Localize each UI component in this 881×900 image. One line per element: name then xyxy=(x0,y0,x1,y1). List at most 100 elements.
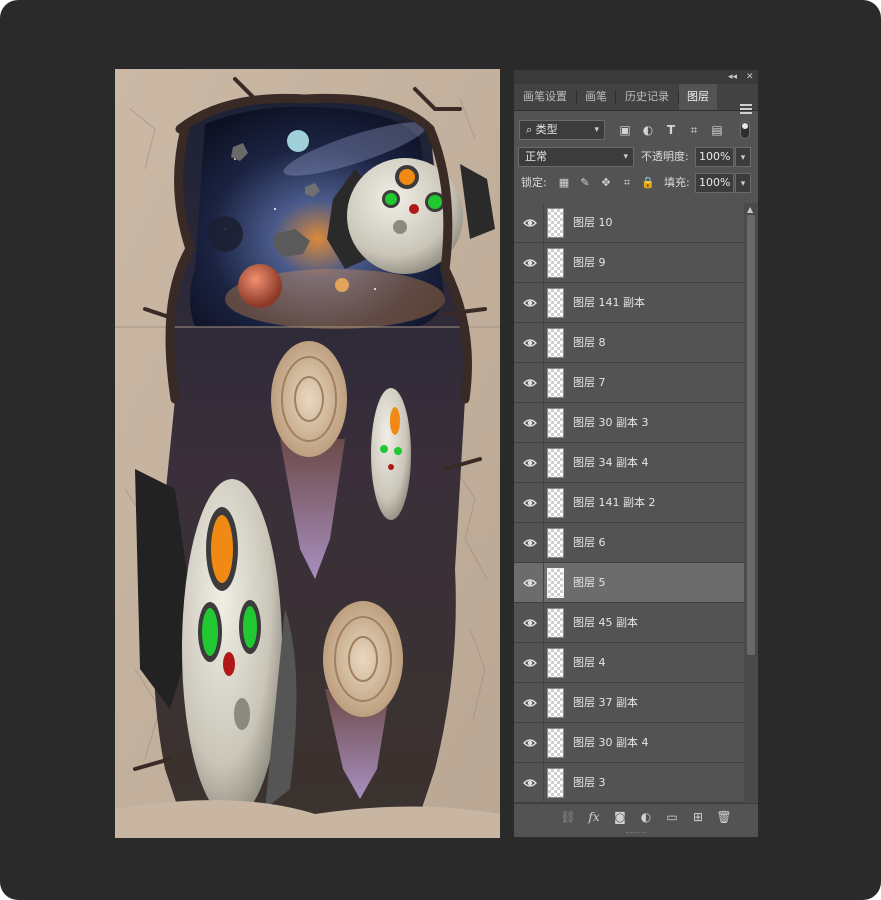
layer-thumbnail[interactable] xyxy=(547,688,564,718)
eye-visibility-icon[interactable] xyxy=(523,296,537,310)
row-divider xyxy=(543,723,544,763)
delete-icon[interactable]: 🗑 xyxy=(716,809,732,825)
adjustment-filter-icon[interactable]: ◐ xyxy=(640,120,656,140)
eye-visibility-icon[interactable] xyxy=(523,496,537,510)
lock-transparent-pixels-icon[interactable]: ▦ xyxy=(557,173,571,193)
layer-name[interactable]: 图层 10 xyxy=(573,203,613,243)
eye-visibility-icon[interactable] xyxy=(523,416,537,430)
row-divider xyxy=(543,563,544,603)
layer-row[interactable]: 图层 10 xyxy=(514,203,744,243)
eye-visibility-icon[interactable] xyxy=(523,616,537,630)
layer-thumbnail[interactable] xyxy=(547,288,564,318)
layer-thumbnail[interactable] xyxy=(547,408,564,438)
type-filter-icon[interactable]: T xyxy=(663,120,679,140)
fill-input[interactable]: 100% xyxy=(695,173,734,193)
blend-row: 正常 ▾ 不透明度: 100% ▾ xyxy=(514,147,758,167)
close-icon[interactable]: ✕ xyxy=(746,71,754,83)
layer-name[interactable]: 图层 34 副本 4 xyxy=(573,443,649,483)
filter-toggle[interactable] xyxy=(740,121,750,139)
scrollbar-thumb[interactable] xyxy=(747,215,755,655)
tab-layers[interactable]: 图层 xyxy=(679,84,717,110)
eye-visibility-icon[interactable] xyxy=(523,456,537,470)
scroll-up-icon[interactable]: ▲ xyxy=(747,205,753,214)
layer-name[interactable]: 图层 7 xyxy=(573,363,606,403)
eye-visibility-icon[interactable] xyxy=(523,776,537,790)
layer-name[interactable]: 图层 30 副本 3 xyxy=(573,403,649,443)
eye-visibility-icon[interactable] xyxy=(523,576,537,590)
layer-thumbnail[interactable] xyxy=(547,248,564,278)
layer-thumbnail[interactable] xyxy=(547,768,564,798)
tab-history[interactable]: 历史记录 xyxy=(616,84,678,110)
layer-thumbnail[interactable] xyxy=(547,648,564,678)
lock-image-pixels-icon[interactable]: ✎ xyxy=(578,173,592,193)
link-layers-icon[interactable]: ⛓ xyxy=(560,809,576,825)
layer-row[interactable]: 图层 37 副本 xyxy=(514,683,744,723)
layer-row[interactable]: 图层 45 副本 xyxy=(514,603,744,643)
layer-name[interactable]: 图层 30 副本 4 xyxy=(573,723,649,763)
shape-filter-icon[interactable]: ⌗ xyxy=(686,120,702,140)
eye-visibility-icon[interactable] xyxy=(523,216,537,230)
new-layer-icon[interactable]: ⊞ xyxy=(690,809,706,825)
layer-row[interactable]: 图层 9 xyxy=(514,243,744,283)
layer-row[interactable]: 图层 7 xyxy=(514,363,744,403)
new-group-icon[interactable]: ▭ xyxy=(664,809,680,825)
layer-name[interactable]: 图层 9 xyxy=(573,243,606,283)
layer-row[interactable]: 图层 6 xyxy=(514,523,744,563)
eye-visibility-icon[interactable] xyxy=(523,696,537,710)
smart-object-filter-icon[interactable]: ▤ xyxy=(709,120,725,140)
layer-thumbnail[interactable] xyxy=(547,568,564,598)
double-chevron-left-icon[interactable]: ◂◂ xyxy=(728,71,737,83)
eye-visibility-icon[interactable] xyxy=(523,736,537,750)
layer-thumbnail[interactable] xyxy=(547,488,564,518)
layer-thumbnail[interactable] xyxy=(547,368,564,398)
layer-thumbnail[interactable] xyxy=(547,528,564,558)
layer-name[interactable]: 图层 4 xyxy=(573,643,606,683)
layer-thumbnail[interactable] xyxy=(547,328,564,358)
eye-visibility-icon[interactable] xyxy=(523,336,537,350)
document-canvas[interactable] xyxy=(115,69,500,838)
layer-name[interactable]: 图层 5 xyxy=(573,563,606,603)
layer-name[interactable]: 图层 8 xyxy=(573,323,606,363)
layer-row[interactable]: 图层 3 xyxy=(514,763,744,803)
layer-thumbnail[interactable] xyxy=(547,728,564,758)
blend-mode-dropdown[interactable]: 正常 ▾ xyxy=(518,147,634,167)
layer-name[interactable]: 图层 141 副本 xyxy=(573,283,645,323)
lock-all-icon[interactable]: 🔒 xyxy=(641,173,655,193)
image-filter-icon[interactable]: ▣ xyxy=(617,120,633,140)
tab-brushes[interactable]: 画笔 xyxy=(577,84,615,110)
fill-dropdown-button[interactable]: ▾ xyxy=(735,173,751,193)
eye-visibility-icon[interactable] xyxy=(523,376,537,390)
opacity-dropdown-button[interactable]: ▾ xyxy=(735,147,751,167)
layer-row[interactable]: 图层 141 副本 2 xyxy=(514,483,744,523)
lock-position-icon[interactable]: ✥ xyxy=(599,173,613,193)
opacity-input[interactable]: 100% xyxy=(695,147,734,167)
tab-brush-settings[interactable]: 画笔设置 xyxy=(514,84,576,110)
panel-resize-grip[interactable] xyxy=(626,832,646,836)
layer-row[interactable]: 图层 34 副本 4 xyxy=(514,443,744,483)
layer-name[interactable]: 图层 6 xyxy=(573,523,606,563)
layer-name[interactable]: 图层 141 副本 2 xyxy=(573,483,655,523)
layer-row[interactable]: 图层 4 xyxy=(514,643,744,683)
layer-row[interactable]: 图层 141 副本 xyxy=(514,283,744,323)
layer-thumbnail[interactable] xyxy=(547,608,564,638)
layer-row[interactable]: 图层 8 xyxy=(514,323,744,363)
hamburger-menu-icon[interactable] xyxy=(740,104,752,116)
eye-visibility-icon[interactable] xyxy=(523,656,537,670)
layer-kind-dropdown[interactable]: ⌕ 类型 ▾ xyxy=(519,120,605,140)
adjustment-layer-icon[interactable]: ◐ xyxy=(638,809,654,825)
eye-visibility-icon[interactable] xyxy=(523,256,537,270)
layers-scrollbar[interactable]: ▲ xyxy=(744,203,758,803)
layer-name[interactable]: 图层 45 副本 xyxy=(573,603,638,643)
fx-icon[interactable]: fx xyxy=(586,809,602,825)
add-mask-icon[interactable]: ◙ xyxy=(612,809,628,825)
layer-row[interactable]: 图层 30 副本 3 xyxy=(514,403,744,443)
eye-visibility-icon[interactable] xyxy=(523,536,537,550)
layer-thumbnail[interactable] xyxy=(547,448,564,478)
layer-thumbnail[interactable] xyxy=(547,208,564,238)
layer-name[interactable]: 图层 3 xyxy=(573,763,606,803)
layer-row[interactable]: 图层 5 xyxy=(514,563,744,603)
layer-row[interactable]: 图层 30 副本 4 xyxy=(514,723,744,763)
layer-name[interactable]: 图层 37 副本 xyxy=(573,683,638,723)
layers-list[interactable]: 图层 10 图层 9 图层 141 副本 图层 8 图层 7 图层 30 副本 3 图层 3… xyxy=(514,203,744,803)
artboard-auto-nest-icon[interactable]: ⌗ xyxy=(620,173,634,193)
